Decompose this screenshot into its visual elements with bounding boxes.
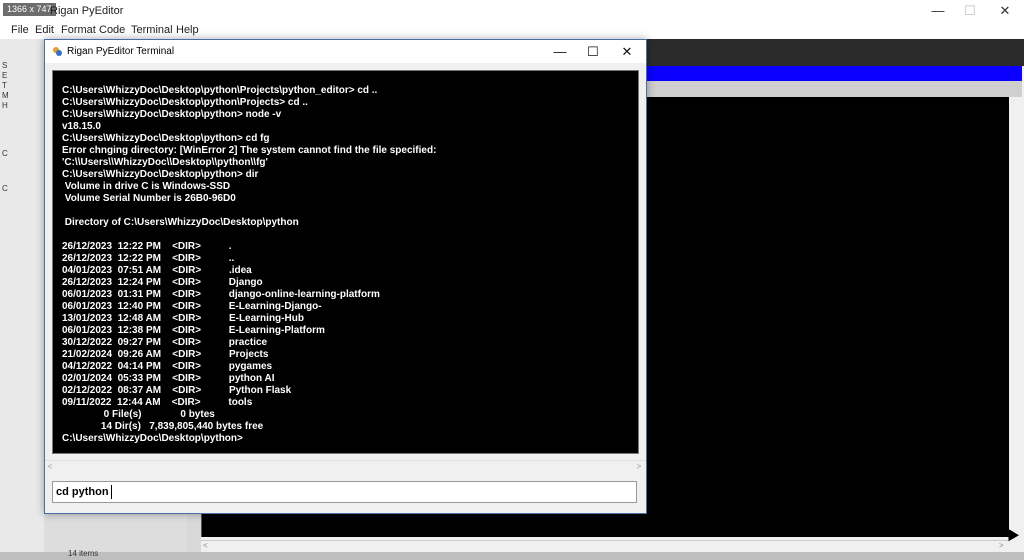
panel-glyph: H [2,101,8,110]
menu-file[interactable]: File [11,24,29,36]
terminal-line: 06/01/2023 12:40 PM <DIR> E-Learning-Dja… [62,301,322,312]
terminal-line: 21/02/2024 09:26 AM <DIR> Projects [62,349,269,360]
menu-format[interactable]: Format [61,24,96,36]
terminal-line: C:\Users\WhizzyDoc\Desktop\python> [62,433,243,444]
terminal-line: C:\Users\WhizzyDoc\Desktop\python> dir [62,169,259,180]
scroll-right-arrow-icon[interactable]: > [634,461,644,472]
terminal-output-text: C:\Users\WhizzyDoc\Desktop\python\Projec… [62,85,436,445]
main-minimize-button[interactable]: — [921,0,955,22]
terminal-line: v18.15.0 [62,121,101,132]
terminal-line: C:\Users\WhizzyDoc\Desktop\python> cd fg [62,133,270,144]
terminal-title: Rigan PyEditor Terminal [67,46,175,57]
terminal-line: 26/12/2023 12:22 PM <DIR> . [62,241,232,252]
menu-help[interactable]: Help [176,24,199,36]
main-close-button[interactable]: ✕ [988,0,1022,22]
status-bar [0,552,1024,560]
panel-glyph: S [2,61,8,70]
terminal-line: Error chnging directory: [WinError 2] Th… [62,145,437,156]
terminal-line: 06/01/2023 01:31 PM <DIR> django-online-… [62,289,380,300]
menu-edit[interactable]: Edit [35,24,54,36]
terminal-line: C:\Users\WhizzyDoc\Desktop\python\Projec… [62,85,378,96]
terminal-line: 0 File(s) 0 bytes [103,409,215,420]
menu-code[interactable]: Code [99,24,125,36]
terminal-line: C:\Users\WhizzyDoc\Desktop\python> node … [62,109,282,120]
terminal-maximize-button[interactable]: ☐ [576,40,610,63]
terminal-line: 13/01/2023 12:48 AM <DIR> E-Learning-Hub [62,313,304,324]
terminal-line: 26/12/2023 12:24 PM <DIR> Django [62,277,263,288]
editor-vertical-scrollbar[interactable] [1009,97,1022,540]
terminal-window: Rigan PyEditor Terminal — ☐ ✕ C:\Users\W… [44,39,647,514]
terminal-close-button[interactable]: ✕ [610,40,644,63]
terminal-line: 'C:\\Users\\WhizzyDoc\\Desktop\\python\\… [62,157,268,168]
terminal-line: Directory of C:\Users\WhizzyDoc\Desktop\… [64,217,299,228]
terminal-line: 02/12/2022 08:37 AM <DIR> Python Flask [62,385,292,396]
status-items-count: 14 items [68,549,99,558]
panel-glyph: C [2,149,8,158]
terminal-minimize-button[interactable]: — [543,40,577,63]
terminal-line: 04/12/2022 04:14 PM <DIR> pygames [62,361,273,372]
terminal-line: 04/01/2023 07:51 AM <DIR> .idea [62,265,252,276]
scroll-left-arrow-icon[interactable]: < [45,461,55,472]
file-explorer-panel[interactable]: S E T M H C C [0,39,45,560]
terminal-line: 06/01/2023 12:38 PM <DIR> E-Learning-Pla… [62,325,325,336]
menu-terminal[interactable]: Terminal [131,24,173,36]
terminal-command-input[interactable]: cd python [52,481,637,503]
terminal-command-value: cd python [56,486,109,498]
editor-tab-strip [645,39,1024,66]
terminal-line: Volume Serial Number is 26B0-96D0 [64,193,236,204]
terminal-line: Volume in drive C is Windows-SSD [64,181,231,192]
terminal-line: 14 Dir(s) 7,839,805,440 bytes free [100,421,264,432]
screen-size-badge: 1366 x 747 [3,3,56,16]
terminal-titlebar[interactable]: Rigan PyEditor Terminal — ☐ ✕ [45,40,646,63]
terminal-line: 26/12/2023 12:22 PM <DIR> .. [62,253,235,264]
main-maximize-button[interactable]: ☐ [953,0,987,22]
main-window-titlebar [0,0,1024,23]
terminal-line: 30/12/2022 09:27 PM <DIR> practice [62,337,268,348]
terminal-output[interactable]: C:\Users\WhizzyDoc\Desktop\python\Projec… [52,70,639,454]
panel-glyph: T [2,81,7,90]
terminal-line: 02/01/2024 05:33 PM <DIR> python AI [62,373,275,384]
editor-active-tab-bar[interactable] [645,66,1022,81]
terminal-line: C:\Users\WhizzyDoc\Desktop\python\Projec… [62,97,308,108]
editor-toolbar-strip [645,81,1022,98]
panel-glyph: M [2,91,9,100]
terminal-horizontal-scrollbar[interactable]: < > [45,460,646,472]
terminal-line: 09/11/2022 12:44 AM <DIR> tools [62,397,253,408]
app-logo-icon [53,47,62,56]
scroll-left-arrow-icon[interactable]: < [203,541,208,550]
panel-glyph: E [2,71,8,80]
editor-gutter [187,512,201,555]
text-caret [111,485,112,499]
panel-glyph: C [2,184,8,193]
main-window-title: Rigan PyEditor [50,5,124,17]
scroll-right-arrow-icon[interactable]: > [999,541,1004,550]
